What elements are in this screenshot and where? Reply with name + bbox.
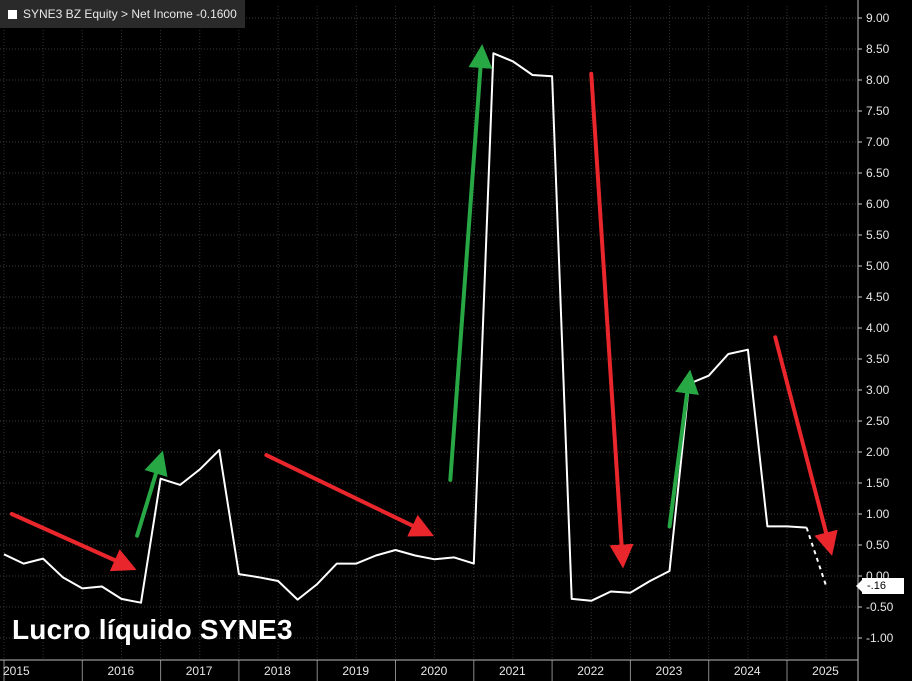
red-arrow-0 (9, 512, 137, 572)
y-tick-label: 8.00 (866, 73, 890, 87)
y-tick-label: 2.50 (866, 414, 890, 428)
x-tick-label: 2024 (734, 664, 761, 678)
y-tick-label: 4.00 (866, 321, 890, 335)
x-tick-label: 2015 (3, 664, 30, 678)
red-arrow-4 (589, 71, 634, 569)
y-tick-label: 0.50 (866, 538, 890, 552)
y-tick-label: 5.00 (866, 259, 890, 273)
x-tick-label: 2022 (577, 664, 604, 678)
y-tick-label: 5.50 (866, 228, 890, 242)
red-arrow-2 (264, 453, 435, 537)
x-tick-label: 2025 (812, 664, 839, 678)
legend-label: SYNE3 BZ Equity > Net Income -0.1600 (23, 7, 237, 21)
y-tick-label: 6.00 (866, 197, 890, 211)
y-tick-label: 8.50 (866, 42, 890, 56)
x-tick-label: 2016 (107, 664, 134, 678)
y-tick-label: 6.50 (866, 166, 890, 180)
y-tick-label: 7.50 (866, 104, 890, 118)
y-tick-label: 1.50 (866, 476, 890, 490)
red-arrow-6 (773, 335, 838, 556)
x-tick-label: 2018 (264, 664, 291, 678)
y-tick-label: -0.50 (866, 600, 894, 614)
y-tick-label: 3.00 (866, 383, 890, 397)
x-tick-label: 2017 (186, 664, 213, 678)
y-tick-label: 2.00 (866, 445, 890, 459)
chart-canvas: 9.00 8.50 8.00 7.50 7.00 6.50 6.00 5.50 5.00 4.50… (0, 0, 894, 681)
x-tick-label: 2019 (342, 664, 369, 678)
axes: 9.00 8.50 8.00 7.50 7.00 6.50 6.00 5.50 5.00 4.50… (0, 0, 894, 681)
series-line-1 (805, 527, 828, 587)
last-value-tag: -.16 (856, 578, 904, 594)
legend[interactable]: SYNE3 BZ Equity > Net Income -0.1600 (0, 0, 245, 28)
grid-lines (0, 6, 858, 660)
y-tick-label: 7.00 (866, 135, 890, 149)
y-tick-label: -1.00 (866, 631, 894, 645)
x-tick-label: 2020 (421, 664, 448, 678)
chart-caption: Lucro líquido SYNE3 (12, 614, 293, 645)
arrow-annotations (9, 44, 838, 572)
x-tick-label: 2021 (499, 664, 526, 678)
y-tick-label: 9.00 (866, 11, 890, 25)
x-tick-label: 2023 (656, 664, 683, 678)
legend-swatch (8, 9, 17, 19)
y-tick-label: 3.50 (866, 352, 890, 366)
green-arrow-3 (448, 44, 493, 482)
y-tick-label: 1.00 (866, 507, 890, 521)
y-tick-label: 4.50 (866, 290, 890, 304)
